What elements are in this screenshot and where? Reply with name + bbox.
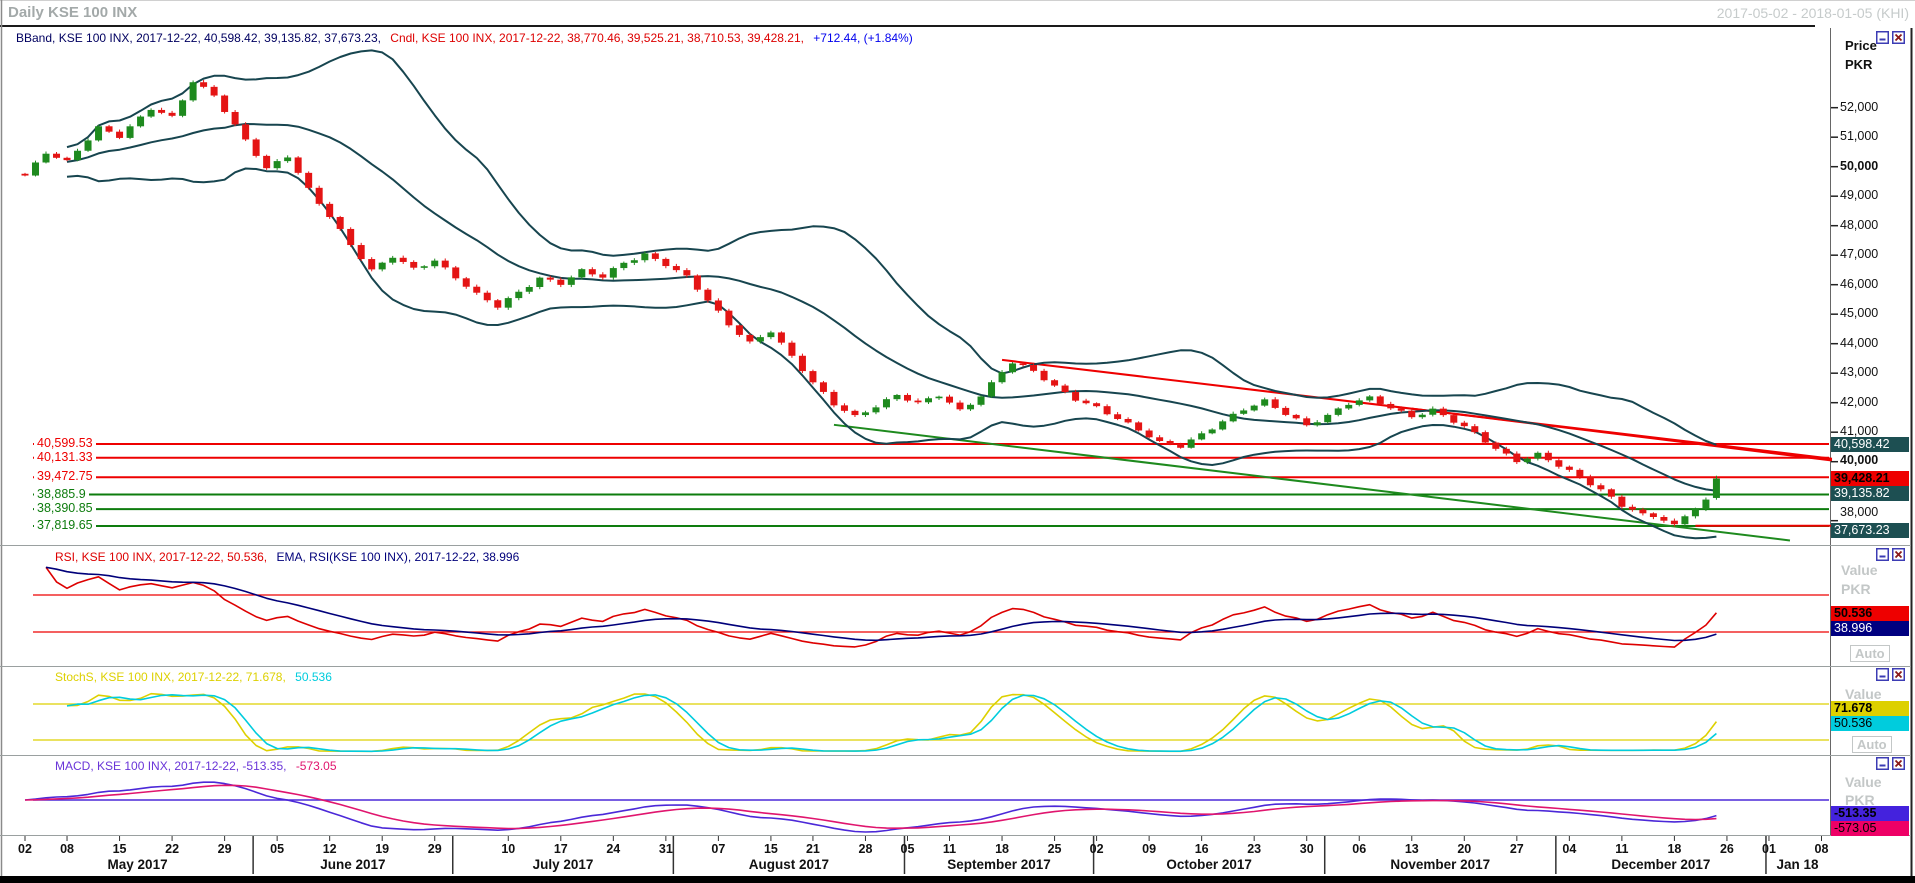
macd-value-label: Value (1845, 774, 1882, 790)
macd-close-icon[interactable] (1892, 757, 1905, 770)
main-close-icon[interactable] (1892, 31, 1905, 44)
rsi-auto-button[interactable]: Auto (1850, 645, 1890, 662)
price-axis-title: Price PKR (1845, 36, 1877, 74)
chart-window: Daily KSE 100 INX 2017-05-02 - 2018-01-0… (0, 0, 1915, 883)
rsi-legend-main: RSI, KSE 100 INX, 2017-12-22, 50.536, (55, 550, 267, 564)
stoch-panel-controls (1876, 668, 1906, 681)
stoch-minimize-icon[interactable] (1876, 668, 1889, 681)
macd-legend-main: MACD, KSE 100 INX, 2017-12-22, -513.35, (55, 759, 286, 773)
macd-panel-controls (1876, 757, 1906, 770)
stoch-auto-button[interactable]: Auto (1852, 736, 1892, 753)
stoch-close-icon[interactable] (1892, 668, 1905, 681)
main-minimize-icon[interactable] (1876, 31, 1889, 44)
macd-minimize-icon[interactable] (1876, 757, 1889, 770)
rsi-legend: RSI, KSE 100 INX, 2017-12-22, 50.536, EM… (55, 550, 525, 564)
macd-legend: MACD, KSE 100 INX, 2017-12-22, -513.35, … (55, 759, 343, 773)
rsi-unit-label: PKR (1841, 581, 1871, 597)
main-panel-controls (1876, 31, 1906, 44)
price-axis-title-line2: PKR (1845, 55, 1877, 74)
stoch-legend-k: StochS, KSE 100 INX, 2017-12-22, 71.678, (55, 670, 286, 684)
macd-legend-signal: -573.05 (296, 759, 337, 773)
macd-unit-label: PKR (1845, 792, 1875, 808)
rsi-value-label: Value (1841, 562, 1878, 578)
rsi-minimize-icon[interactable] (1876, 548, 1889, 561)
rsi-legend-ema: EMA, RSI(KSE 100 INX), 2017-12-22, 38.99… (276, 550, 519, 564)
rsi-close-icon[interactable] (1892, 548, 1905, 561)
stoch-legend-d: 50.536 (295, 670, 332, 684)
price-axis-title-line1: Price (1845, 36, 1877, 55)
chart-surface[interactable] (0, 0, 1915, 883)
stoch-value-label: Value (1845, 686, 1882, 702)
stoch-legend: StochS, KSE 100 INX, 2017-12-22, 71.678,… (55, 670, 338, 684)
rsi-panel-controls (1876, 548, 1906, 561)
